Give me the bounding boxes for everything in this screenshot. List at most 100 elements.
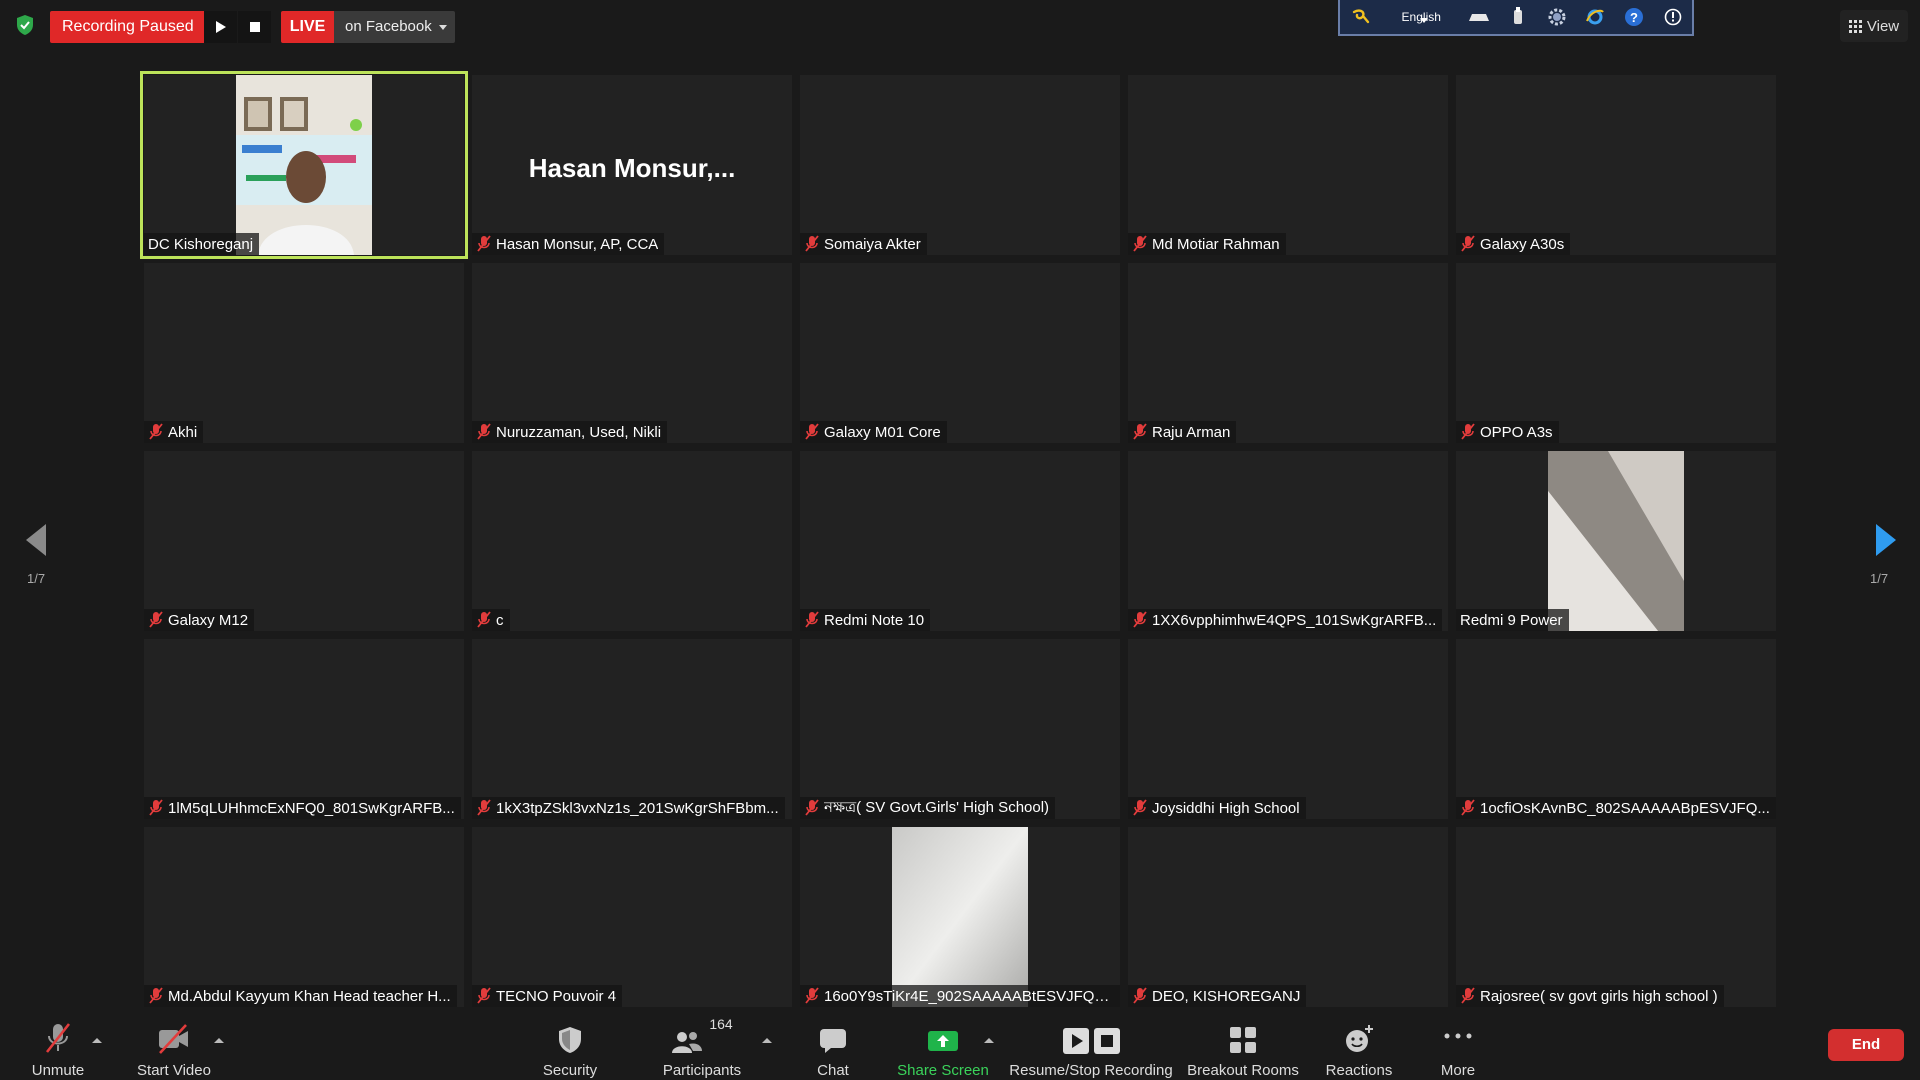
language-selector[interactable]: English bbox=[1383, 1, 1460, 33]
participant-name: Rajosree( sv govt girls high school ) bbox=[1480, 987, 1718, 1005]
resume-stop-recording-button[interactable]: Resume/Stop Recording bbox=[1008, 1010, 1174, 1080]
participant-nameplate: DC Kishoreganj bbox=[144, 233, 260, 255]
participant-nameplate: Akhi bbox=[144, 421, 204, 443]
live-destination-dropdown[interactable]: on Facebook bbox=[334, 11, 455, 43]
participant-name: নক্ষত্র( SV Govt.Girls' High School) bbox=[824, 798, 1050, 816]
internet-explorer-icon[interactable] bbox=[1576, 1, 1615, 33]
participant-tile[interactable]: Redmi 9 Power bbox=[1456, 451, 1776, 631]
muted-mic-icon bbox=[476, 423, 492, 441]
participant-nameplate: Galaxy M01 Core bbox=[800, 421, 947, 443]
breakout-rooms-button[interactable]: Breakout Rooms bbox=[1184, 1010, 1302, 1080]
muted-mic-icon bbox=[1132, 611, 1148, 629]
help-icon[interactable]: ? bbox=[1615, 1, 1654, 33]
keyboard-icon[interactable] bbox=[1460, 1, 1499, 33]
participant-tile[interactable]: 1lM5qLUHhmcExNFQ0_801SwKgrARFB... bbox=[144, 639, 464, 819]
page-indicator-right: 1/7 bbox=[1870, 571, 1889, 586]
participant-name: Galaxy M01 Core bbox=[824, 423, 941, 441]
participant-tile[interactable]: Akhi bbox=[144, 263, 464, 443]
participant-tile[interactable]: Galaxy M12 bbox=[144, 451, 464, 631]
resume-recording-button[interactable] bbox=[204, 11, 237, 43]
participant-nameplate: 16o0Y9sTiKr4E_902SAAAAABtESVJFQ1... bbox=[800, 985, 1120, 1007]
muted-mic-icon bbox=[476, 611, 492, 629]
video-options-caret-icon[interactable] bbox=[214, 1038, 224, 1043]
participant-tile[interactable]: OPPO A3s bbox=[1456, 263, 1776, 443]
start-video-label: Start Video bbox=[137, 1062, 211, 1079]
live-destination-label: on Facebook bbox=[345, 18, 432, 35]
participant-name: Galaxy A30s bbox=[1480, 235, 1565, 253]
chat-button[interactable]: Chat bbox=[800, 1010, 866, 1080]
muted-mic-icon bbox=[1460, 799, 1476, 817]
participant-tile[interactable]: DEO, KISHOREGANJ bbox=[1128, 827, 1448, 1007]
more-button[interactable]: More bbox=[1426, 1010, 1490, 1080]
participant-nameplate: Md.Abdul Kayyum Khan Head teacher H... bbox=[144, 985, 457, 1007]
participant-nameplate: Rajosree( sv govt girls high school ) bbox=[1456, 985, 1724, 1007]
participant-tile[interactable]: Joysiddhi High School bbox=[1128, 639, 1448, 819]
muted-mic-icon bbox=[476, 799, 492, 817]
participants-options-caret-icon[interactable] bbox=[762, 1038, 772, 1043]
muted-mic-icon bbox=[1460, 235, 1476, 253]
participant-tile[interactable]: Raju Arman bbox=[1128, 263, 1448, 443]
muted-mic-icon bbox=[1132, 423, 1148, 441]
muted-mic-icon bbox=[148, 799, 164, 817]
next-page-arrow-icon[interactable] bbox=[1870, 520, 1900, 560]
participant-tile[interactable]: DC Kishoreganj bbox=[140, 71, 468, 259]
recording-label: Resume/Stop Recording bbox=[1009, 1062, 1173, 1079]
participant-tile[interactable]: 1ocfiOsKAvnBC_802SAAAAABpESVJFQ... bbox=[1456, 639, 1776, 819]
participant-name: Hasan Monsur, AP, CCA bbox=[496, 235, 659, 253]
encryption-shield-icon[interactable] bbox=[14, 14, 36, 36]
bangla-keyboard-icon[interactable] bbox=[1340, 1, 1383, 33]
reactions-label: Reactions bbox=[1325, 1062, 1393, 1079]
participant-name: 1ocfiOsKAvnBC_802SAAAAABpESVJFQ... bbox=[1480, 799, 1770, 817]
participant-tile[interactable]: 1kX3tpZSkl3vxNz1s_201SwKgrShFBbm... bbox=[472, 639, 792, 819]
info-icon[interactable] bbox=[1653, 1, 1692, 33]
participant-tile[interactable]: 16o0Y9sTiKr4E_902SAAAAABtESVJFQ1... bbox=[800, 827, 1120, 1007]
unmute-button[interactable]: Unmute bbox=[22, 1010, 94, 1080]
participant-tile[interactable]: Galaxy M01 Core bbox=[800, 263, 1120, 443]
participant-tile[interactable]: Somaiya Akter bbox=[800, 75, 1120, 255]
participant-tile[interactable]: TECNO Pouvoir 4 bbox=[472, 827, 792, 1007]
participants-button[interactable]: 164 Participants bbox=[652, 1010, 752, 1080]
stop-recording-icon bbox=[1093, 1028, 1120, 1054]
view-button[interactable]: View bbox=[1840, 10, 1908, 42]
participant-name: 1kX3tpZSkl3vxNz1s_201SwKgrShFBbm... bbox=[496, 799, 779, 817]
share-options-caret-icon[interactable] bbox=[984, 1038, 994, 1043]
share-screen-button[interactable]: Share Screen bbox=[890, 1010, 996, 1080]
security-button[interactable]: Security bbox=[530, 1010, 610, 1080]
participant-tile[interactable]: Nuruzzaman, Used, Nikli bbox=[472, 263, 792, 443]
muted-mic-icon bbox=[1132, 987, 1148, 1005]
participant-tile[interactable]: 1XX6vpphimhwE4QPS_101SwKgrARFB... bbox=[1128, 451, 1448, 631]
participant-nameplate: Nuruzzaman, Used, Nikli bbox=[472, 421, 668, 443]
muted-microphone-icon bbox=[45, 1023, 71, 1053]
participant-tile[interactable]: Redmi Note 10 bbox=[800, 451, 1120, 631]
audio-options-caret-icon[interactable] bbox=[92, 1038, 102, 1043]
participant-tile[interactable]: Galaxy A30s bbox=[1456, 75, 1776, 255]
reactions-smiley-icon bbox=[1346, 1025, 1373, 1052]
share-screen-icon bbox=[928, 1031, 958, 1051]
participant-nameplate: 1XX6vpphimhwE4QPS_101SwKgrARFB... bbox=[1128, 609, 1443, 631]
participant-nameplate: 1ocfiOsKAvnBC_802SAAAAABpESVJFQ... bbox=[1456, 797, 1776, 819]
previous-page-arrow-icon[interactable] bbox=[22, 520, 52, 560]
stop-icon bbox=[249, 22, 260, 32]
stop-recording-button[interactable] bbox=[238, 11, 271, 43]
start-video-button[interactable]: Start Video bbox=[134, 1010, 214, 1080]
participant-name: Somaiya Akter bbox=[824, 235, 921, 253]
muted-mic-icon bbox=[804, 799, 820, 817]
tool-icon[interactable] bbox=[1499, 1, 1538, 33]
participant-tile[interactable]: Md.Abdul Kayyum Khan Head teacher H... bbox=[144, 827, 464, 1007]
participant-tile[interactable]: Hasan Monsur,... Hasan Monsur, AP, CCA bbox=[472, 75, 792, 255]
end-meeting-button[interactable]: End bbox=[1828, 1029, 1904, 1061]
participant-nameplate: OPPO A3s bbox=[1456, 421, 1559, 443]
muted-mic-icon bbox=[804, 987, 820, 1005]
participant-name: DC Kishoreganj bbox=[148, 235, 254, 253]
chat-bubble-icon bbox=[820, 1029, 846, 1053]
video-off-icon bbox=[159, 1024, 188, 1054]
participant-tile[interactable]: নক্ষত্র( SV Govt.Girls' High School) bbox=[800, 639, 1120, 819]
participant-tile[interactable]: Rajosree( sv govt girls high school ) bbox=[1456, 827, 1776, 1007]
participant-tile[interactable]: Md Motiar Rahman bbox=[1128, 75, 1448, 255]
top-bar: Recording Paused LIVE on Facebook Englis… bbox=[0, 0, 1920, 54]
participant-tile[interactable]: c bbox=[472, 451, 792, 631]
reactions-button[interactable]: Reactions bbox=[1316, 1010, 1402, 1080]
gear-icon[interactable] bbox=[1537, 1, 1576, 33]
participant-name: Redmi Note 10 bbox=[824, 611, 925, 629]
breakout-rooms-label: Breakout Rooms bbox=[1187, 1062, 1299, 1079]
